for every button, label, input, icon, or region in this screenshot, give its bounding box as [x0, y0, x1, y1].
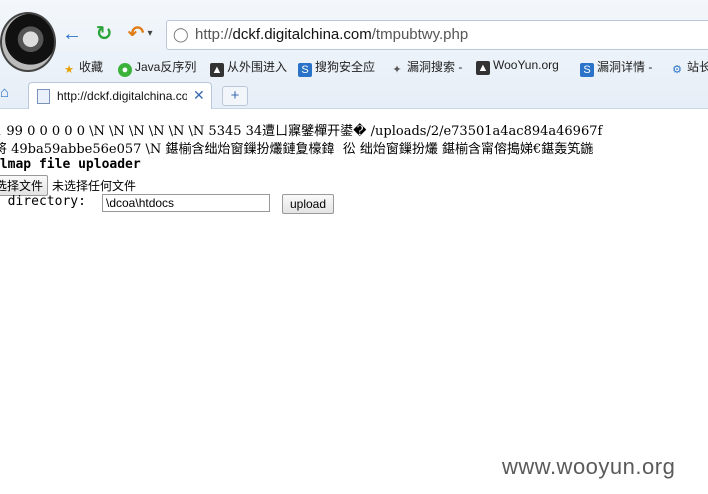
wooyun-icon: ▲	[476, 61, 490, 75]
bookmark-item[interactable]: ▲ 从外围进入	[210, 58, 287, 77]
choose-file-button[interactable]: 选择文件	[0, 175, 49, 196]
browser-chrome: ← ↻ ↶ ▾ ◯ http://dckf.digitalchina.com/t…	[0, 0, 708, 109]
bookmark-label: 从外围进入	[227, 60, 288, 74]
bookmark-item[interactable]: ● Java反序列	[118, 58, 196, 77]
directory-row: o directory: upload	[0, 194, 334, 214]
gear-icon: ✦	[392, 64, 402, 76]
bookmark-label: 站长	[687, 60, 708, 74]
back-arrow-icon[interactable]: ←	[60, 22, 84, 46]
bookmark-item[interactable]: S 搜狗安全应	[298, 58, 375, 77]
close-icon[interactable]: ✕	[193, 87, 205, 104]
url-text[interactable]: http://dckf.digitalchina.com/tmpubtwy.ph…	[195, 26, 468, 43]
bookmark-label: 漏洞搜索 -	[407, 60, 463, 74]
bookmark-item[interactable]: ✦ 漏洞搜索 -	[390, 58, 462, 77]
tab-strip: ⌂ http://dckf.digitalchina.com/tmpubtwy.…	[0, 80, 708, 109]
bookmark-label: 收藏	[79, 60, 104, 74]
url-host: dckf.digitalchina.com	[232, 26, 372, 43]
wechat-icon: ●	[118, 63, 132, 77]
bookmark-item[interactable]: ★ 收藏	[62, 58, 103, 77]
bookmark-label: 搜狗安全应	[315, 60, 376, 74]
bookmark-item[interactable]: S 漏洞详情 -	[580, 58, 652, 77]
page-title: qlmap file uploader	[0, 157, 141, 172]
output-line-1: 1 99 0 0 0 0 0 \N \N \N \N \N \N 5345 34…	[0, 124, 603, 139]
no-file-label: 未选择任何文件	[52, 179, 137, 193]
shield-icon: S	[580, 63, 594, 77]
tool-icon: ⚙	[672, 64, 682, 76]
wooyun-icon: ▲	[210, 63, 224, 77]
bookmark-item[interactable]: ⚙ 站长	[670, 58, 708, 77]
bookmarks-bar: ★ 收藏 ● Java反序列 ▲ 从外围进入 S 搜狗安全应 ✦ 漏洞搜索 - ▲ WooY…	[0, 55, 708, 77]
bookmark-item[interactable]: ▲ WooYun.org	[476, 58, 559, 75]
star-icon: ★	[64, 64, 74, 76]
directory-input[interactable]	[102, 194, 270, 212]
page-icon	[37, 89, 50, 104]
page-content: 1 99 0 0 0 0 0 \N \N \N \N \N \N 5345 34…	[0, 108, 708, 494]
bookmark-label: 漏洞详情 -	[597, 60, 653, 74]
upload-button[interactable]: upload	[282, 194, 334, 214]
url-path: /tmpubtwy.php	[371, 26, 469, 43]
tab-title: http://dckf.digitalchina.com/tmpubtwy.ph…	[57, 89, 187, 103]
refresh-icon[interactable]: ↻	[92, 22, 116, 46]
url-prefix: http://	[195, 26, 233, 43]
tab-active[interactable]: http://dckf.digitalchina.com/tmpubtwy.ph…	[28, 82, 212, 109]
shield-icon: ◯	[173, 26, 189, 42]
bookmark-label: Java反序列	[135, 60, 197, 74]
home-icon[interactable]: ⌂	[0, 85, 16, 101]
new-tab-button[interactable]: +	[222, 86, 248, 106]
shield-icon: S	[298, 63, 312, 77]
bookmark-label: WooYun.org	[493, 58, 559, 72]
file-chooser-row: 选择文件 未选择任何文件	[0, 175, 136, 196]
watermark: www.wooyun.org	[502, 454, 676, 479]
chevron-down-icon[interactable]: ▾	[144, 22, 156, 46]
output-line-2: 将 49ba59abbe56e057 \N 鍖椾含绌炲窗鏁扮爜鏈夐檺鍏 彸 绌炲…	[0, 142, 594, 157]
address-bar[interactable]: ◯ http://dckf.digitalchina.com/tmpubtwy.…	[166, 20, 708, 50]
directory-label: o directory:	[0, 194, 86, 209]
